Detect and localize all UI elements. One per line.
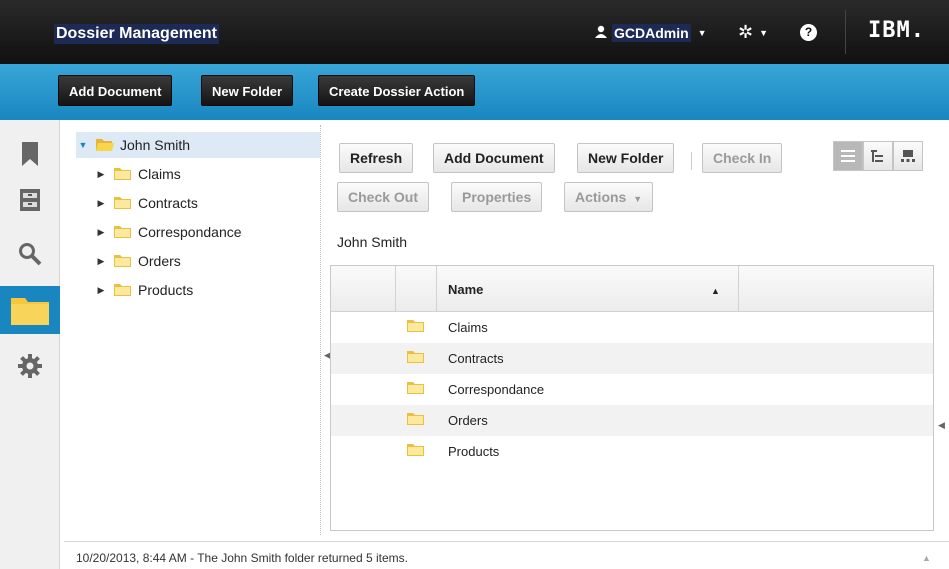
table-row[interactable]: Orders xyxy=(331,405,933,436)
user-icon xyxy=(594,25,608,42)
admin-rail-item[interactable] xyxy=(0,342,60,390)
app-title: Dossier Management xyxy=(54,24,219,44)
search-rail-item[interactable] xyxy=(0,230,60,278)
view-switcher xyxy=(833,141,923,171)
main-toolbar: Add Document New Folder Create Dossier A… xyxy=(0,64,949,120)
actions-label: Actions xyxy=(575,189,627,205)
pane-splitter[interactable] xyxy=(320,125,326,535)
tree-node-label: Correspondance xyxy=(138,224,242,240)
details-view-button[interactable] xyxy=(833,141,863,171)
user-name: GCDAdmin xyxy=(612,24,691,42)
help-icon[interactable]: ? xyxy=(800,24,817,41)
header-select-column[interactable] xyxy=(331,266,396,312)
chevron-down-icon: ▼ xyxy=(697,28,707,38)
table-row[interactable]: Products xyxy=(331,436,933,467)
expand-arrow-icon[interactable]: ▶ xyxy=(94,169,108,180)
tree-node-label: John Smith xyxy=(120,137,191,153)
tree-node-root[interactable]: ▼ John Smith xyxy=(76,132,320,158)
folder-icon xyxy=(407,351,424,363)
tree-node[interactable]: ▶ Contracts xyxy=(94,190,198,216)
gear-icon xyxy=(18,354,42,378)
dossier-rail-item[interactable] xyxy=(0,286,60,334)
open-folder-icon xyxy=(96,139,114,151)
check-out-button[interactable]: Check Out xyxy=(337,182,430,212)
folder-icon xyxy=(114,168,131,180)
status-divider xyxy=(64,541,949,542)
browse-rail-item[interactable] xyxy=(0,176,60,224)
actions-menu-button[interactable]: Actions ▼ xyxy=(564,182,654,212)
tree-node[interactable]: ▶ Claims xyxy=(94,161,181,187)
breadcrumb[interactable]: John Smith xyxy=(337,234,407,250)
feature-rail xyxy=(0,120,60,569)
add-document-button[interactable]: Add Document xyxy=(58,75,173,106)
favorites-rail-item[interactable] xyxy=(0,130,60,178)
folder-icon xyxy=(114,197,131,209)
tree-node-label: Orders xyxy=(138,253,181,269)
refresh-button[interactable]: Refresh xyxy=(339,143,414,173)
collapse-right-icon[interactable]: ◀ xyxy=(938,420,945,431)
ibm-logo: IBM. xyxy=(868,18,925,43)
table-row[interactable]: Claims xyxy=(331,312,933,343)
filmstrip-view-button[interactable] xyxy=(893,141,923,171)
folder-icon xyxy=(114,226,131,238)
search-icon xyxy=(19,243,42,266)
tree-node-label: Contracts xyxy=(138,195,198,211)
new-folder-button[interactable]: New Folder xyxy=(201,75,294,106)
folder-icon xyxy=(407,413,424,425)
content-grid: Name ▲ Claims Contracts Correspondance O… xyxy=(330,265,934,531)
add-document-content-button[interactable]: Add Document xyxy=(433,143,555,173)
tree-view-button[interactable] xyxy=(863,141,893,171)
expand-arrow-icon[interactable]: ▼ xyxy=(76,140,90,150)
tree-node[interactable]: ▶ Correspondance xyxy=(94,219,242,245)
filmstrip-view-icon xyxy=(901,150,915,162)
button-separator xyxy=(691,152,692,170)
folder-icon xyxy=(114,255,131,267)
create-dossier-action-button[interactable]: Create Dossier Action xyxy=(318,75,476,106)
status-message: 10/20/2013, 8:44 AM - The John Smith fol… xyxy=(76,551,408,565)
chevron-down-icon: ▼ xyxy=(633,194,643,204)
tree-node-label: Products xyxy=(138,282,194,298)
row-name[interactable]: Claims xyxy=(448,320,488,335)
tree-node[interactable]: ▶ Products xyxy=(94,277,194,303)
expand-arrow-icon[interactable]: ▶ xyxy=(94,285,108,296)
new-folder-content-button[interactable]: New Folder xyxy=(577,143,675,173)
folder-icon xyxy=(114,284,131,296)
expand-arrow-icon[interactable]: ▶ xyxy=(94,256,108,267)
chevron-down-icon: ▼ xyxy=(759,27,769,38)
table-row[interactable]: Contracts xyxy=(331,343,933,374)
settings-menu[interactable]: ✲ ▼ xyxy=(738,22,768,43)
check-in-button[interactable]: Check In xyxy=(702,143,783,173)
folder-icon xyxy=(407,444,424,456)
folder-icon xyxy=(407,382,424,394)
properties-button[interactable]: Properties xyxy=(451,182,543,212)
sort-ascending-icon[interactable]: ▲ xyxy=(711,286,720,296)
expand-arrow-icon[interactable]: ▶ xyxy=(94,198,108,209)
tree-node-label: Claims xyxy=(138,166,181,182)
tree-view-icon xyxy=(871,150,883,162)
row-name[interactable]: Orders xyxy=(448,413,488,428)
column-header-name[interactable]: Name xyxy=(448,282,483,297)
tree-node[interactable]: ▶ Orders xyxy=(94,248,181,274)
header-divider xyxy=(845,10,846,54)
row-name[interactable]: Correspondance xyxy=(448,382,544,397)
folder-tree: ▼ John Smith ▶ Claims ▶ Contracts ▶ Corr… xyxy=(64,120,320,540)
expand-arrow-icon[interactable]: ▶ xyxy=(94,227,108,238)
header-icon-column[interactable] xyxy=(396,266,437,312)
folder-icon xyxy=(407,320,424,332)
user-menu[interactable]: GCDAdmin ▼ xyxy=(594,24,707,42)
row-name[interactable]: Products xyxy=(448,444,499,459)
list-view-icon xyxy=(841,150,855,162)
bookmark-icon xyxy=(22,142,38,166)
sun-gear-icon: ✲ xyxy=(738,22,754,42)
table-row[interactable]: Correspondance xyxy=(331,374,933,405)
file-cabinet-icon xyxy=(20,189,40,211)
title-bar: Dossier Management GCDAdmin ▼ ✲ ▼ ? IBM. xyxy=(0,0,949,64)
row-name[interactable]: Contracts xyxy=(448,351,504,366)
expand-status-icon[interactable]: ▲ xyxy=(922,553,931,563)
grid-header: Name ▲ xyxy=(331,266,933,312)
folder-icon xyxy=(11,298,49,325)
